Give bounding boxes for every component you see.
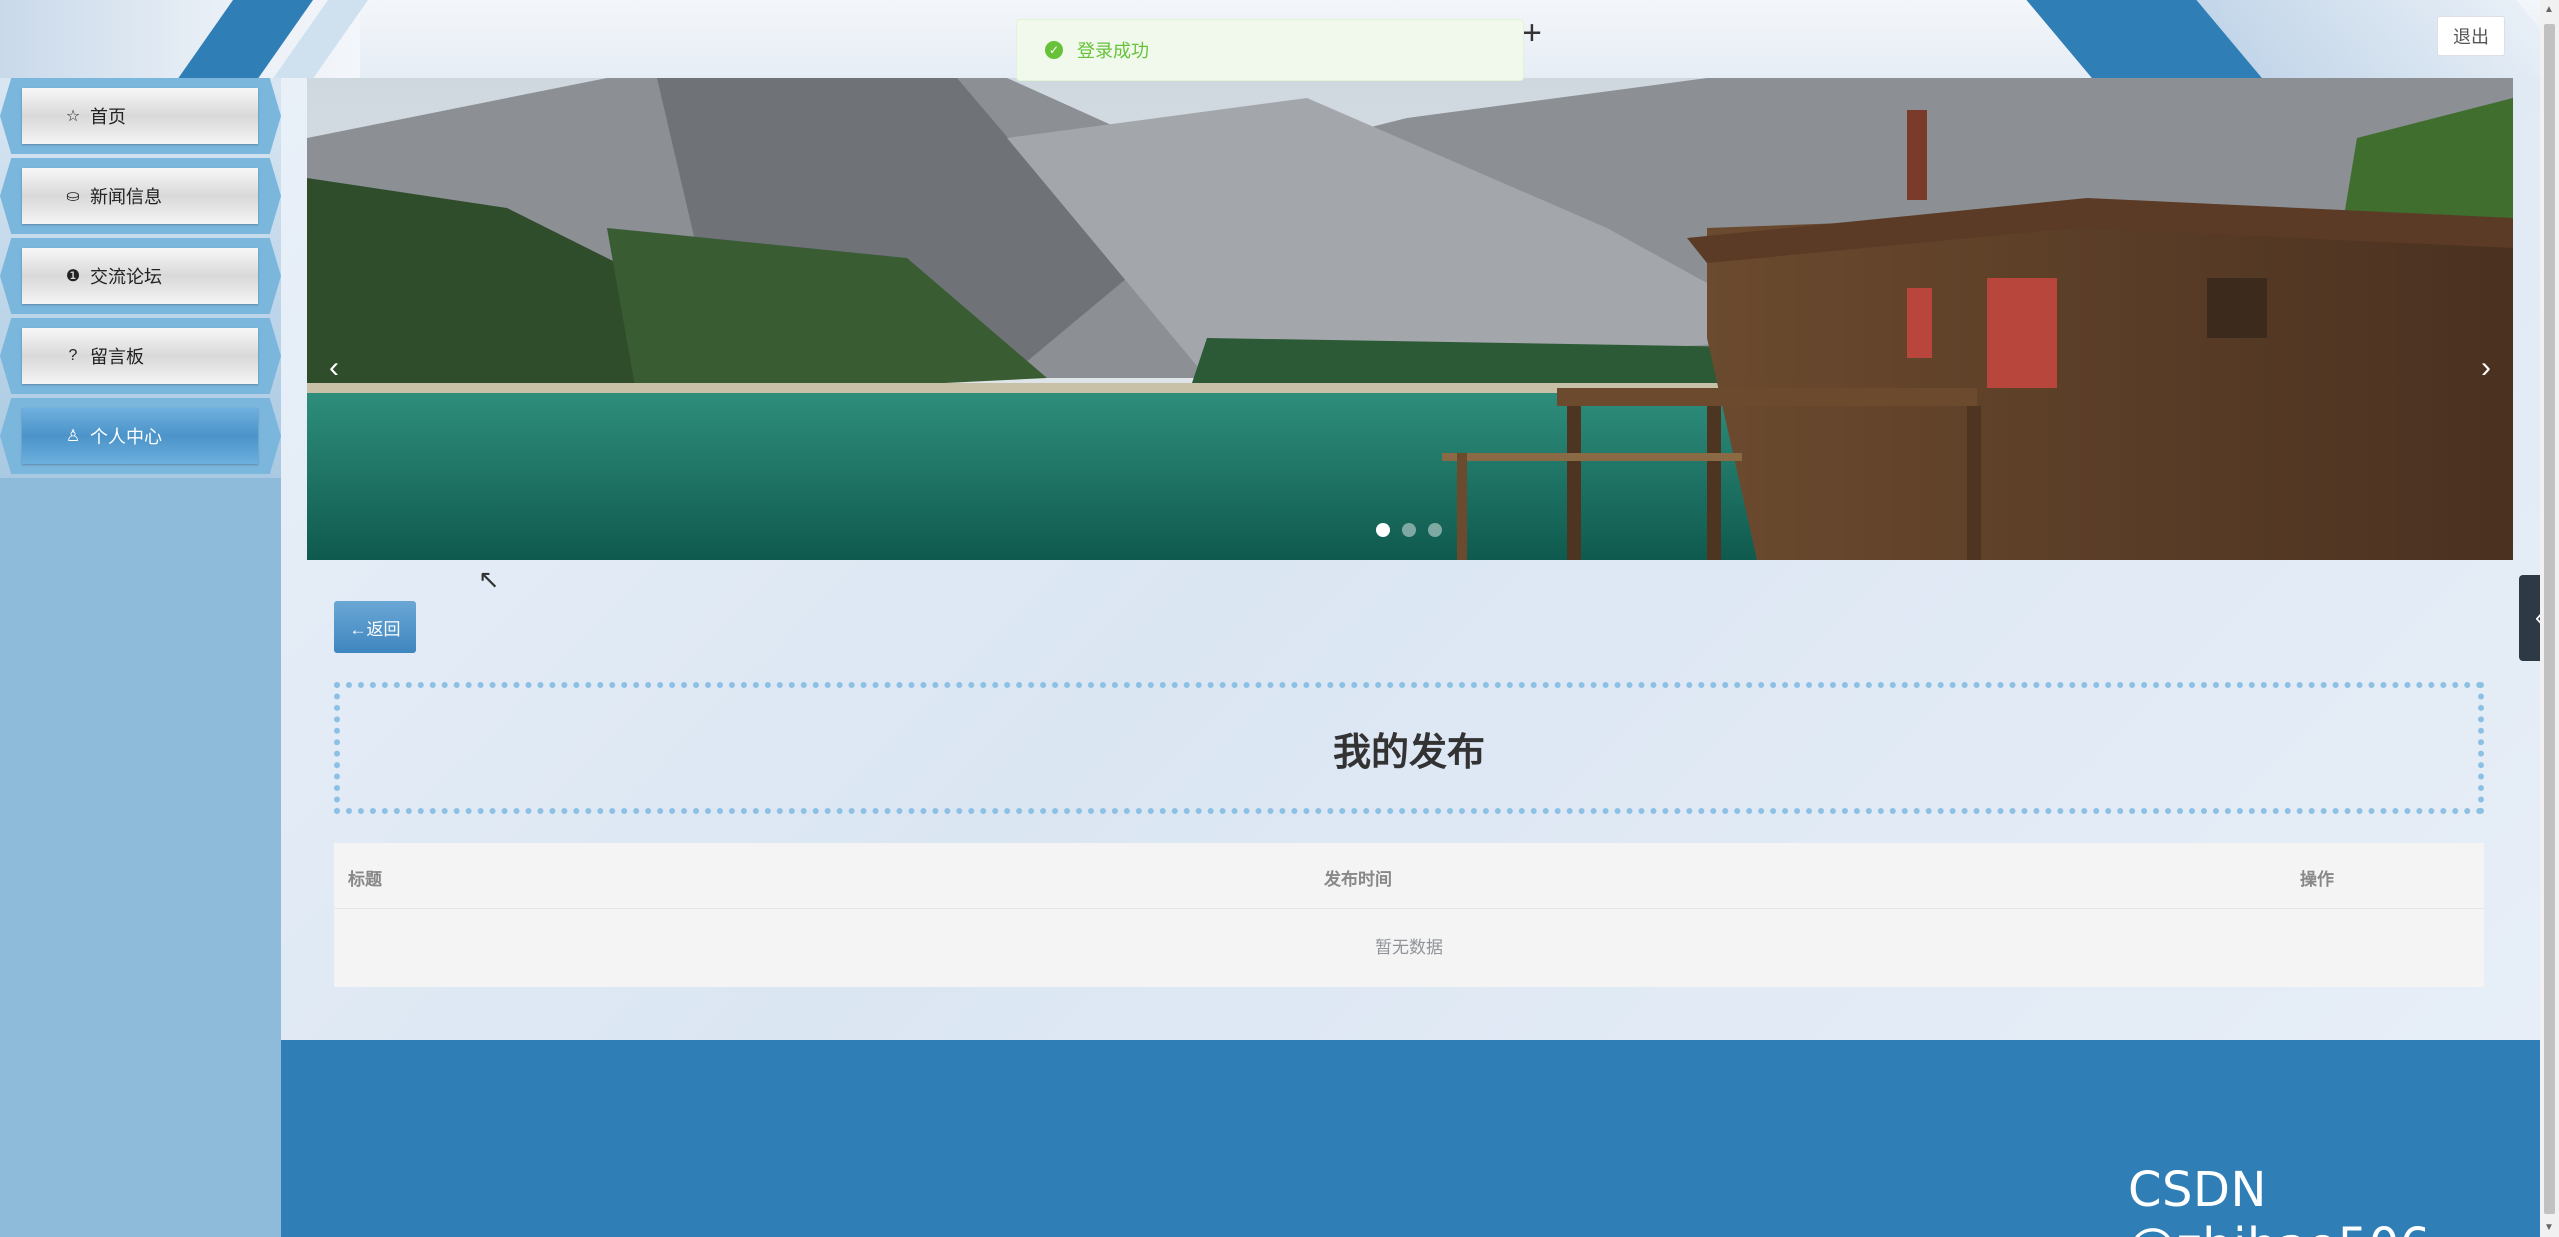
carousel-prev-button[interactable]: ‹ (319, 348, 349, 388)
scroll-up-icon[interactable]: ▲ (2544, 4, 2554, 15)
banner-image (307, 78, 2513, 560)
sidebar-item-label: 首页 (90, 107, 126, 127)
success-toast: ✓ 登录成功 (1016, 19, 1524, 81)
plus-icon: + (1522, 14, 1542, 52)
sidebar-item-profile[interactable]: ♙ 个人中心 (0, 398, 281, 474)
sidebar-item-home[interactable]: ☆ 首页 (0, 78, 281, 154)
sidebar-item-label: 交流论坛 (90, 267, 162, 287)
column-header-title[interactable]: 标题 (348, 865, 382, 890)
column-header-publish-time[interactable]: 发布时间 (1324, 865, 1392, 890)
sidebar-item-label: 留言板 (90, 347, 144, 367)
column-header-actions: 操作 (2300, 870, 2334, 889)
carousel-indicators (1376, 523, 1442, 537)
posts-table: 标题 发布时间 操作 暂无数据 (334, 843, 2484, 987)
back-button[interactable]: ←返回 (334, 601, 416, 653)
page-scrollbar[interactable]: ▲ ▼ (2540, 0, 2559, 1237)
sidebar-item-forum[interactable]: ❶ 交流论坛 (0, 238, 281, 314)
banner-carousel[interactable]: ‹ › (307, 78, 2513, 560)
empty-state-text: 暂无数据 (1375, 938, 1443, 957)
watermark: CSDN @zhihao506 (2128, 1162, 2430, 1237)
star-icon: ☆ (65, 108, 81, 125)
bag-icon: ⛀ (66, 188, 80, 205)
page-title-box: 我的发布 (334, 682, 2484, 814)
carousel-next-button[interactable]: › (2471, 348, 2501, 388)
question-circle-icon: ? (68, 347, 78, 364)
scrollbar-thumb[interactable] (2544, 24, 2555, 1214)
user-icon: ♙ (65, 428, 81, 445)
check-circle-icon: ✓ (1045, 41, 1063, 59)
carousel-dot[interactable] (1376, 523, 1390, 537)
toast-message: 登录成功 (1077, 41, 1149, 61)
mouse-cursor-icon: ↖ (478, 564, 500, 594)
sidebar-item-label: 个人中心 (90, 427, 162, 447)
table-header: 标题 发布时间 操作 (334, 843, 2484, 909)
logout-button[interactable]: 退出 (2437, 16, 2505, 56)
info-circle-icon: ❶ (65, 268, 81, 285)
sidebar-item-label: 新闻信息 (90, 187, 162, 207)
page-title: 我的发布 (1332, 731, 1485, 774)
sidebar-item-news[interactable]: ⛀ 新闻信息 (0, 158, 281, 234)
carousel-dot[interactable] (1402, 523, 1416, 537)
sidebar-item-messages[interactable]: ? 留言板 (0, 318, 281, 394)
carousel-dot[interactable] (1428, 523, 1442, 537)
